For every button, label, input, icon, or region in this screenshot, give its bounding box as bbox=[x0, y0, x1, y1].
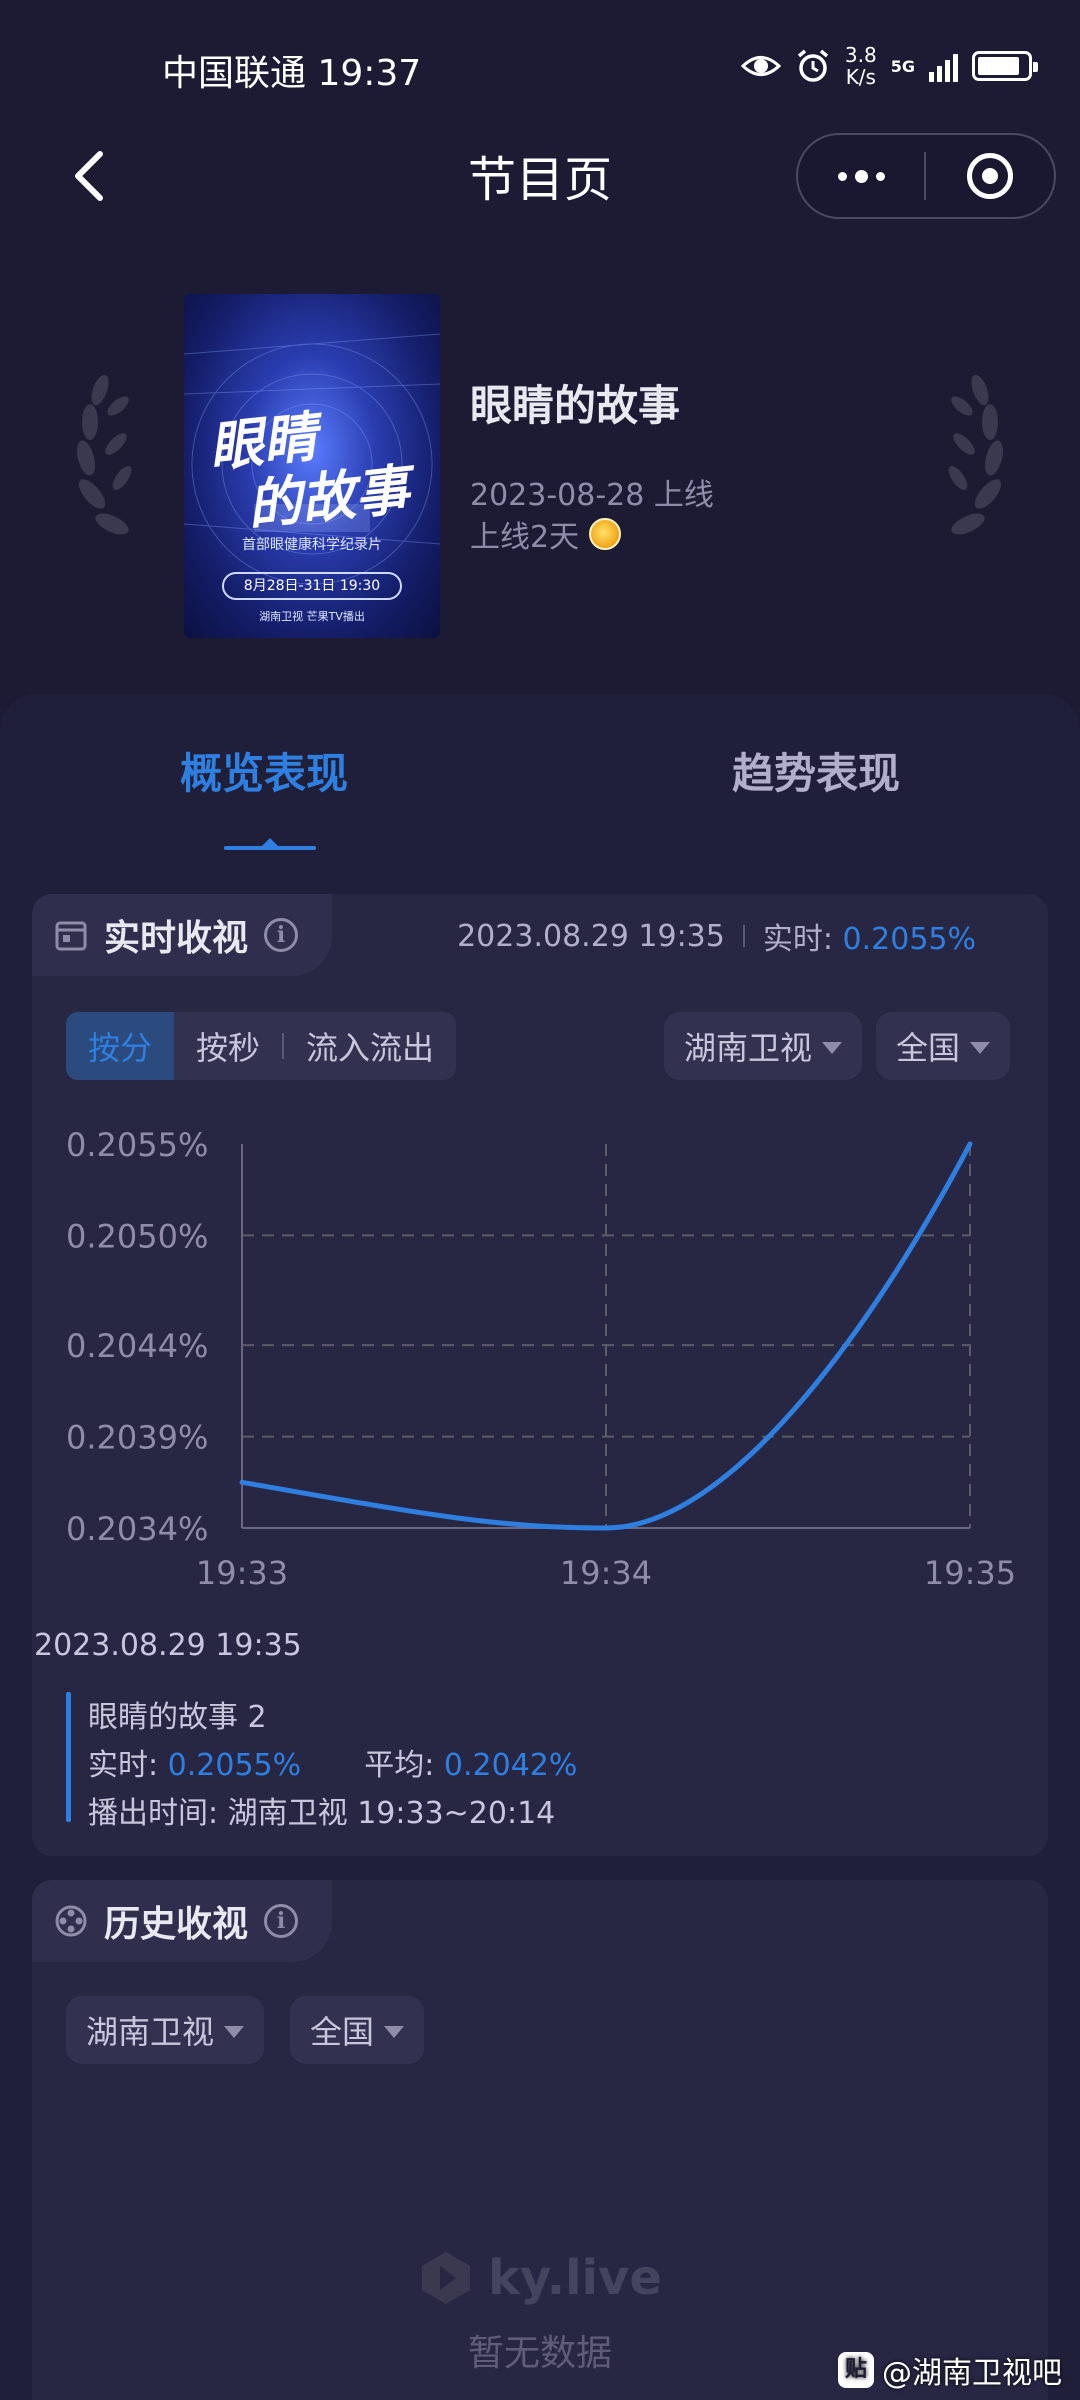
y-tick-label: 0.2055% bbox=[66, 1126, 208, 1164]
tooltip-realtime-value: 0.2055% bbox=[167, 1748, 302, 1783]
tooltip-average-value: 0.2042% bbox=[443, 1748, 578, 1783]
tooltip-realtime-label: 实时: bbox=[88, 1748, 159, 1783]
info-icon[interactable]: i bbox=[264, 1904, 299, 1938]
ky-live-logo: ky.live bbox=[418, 2250, 662, 2306]
history-region-dropdown[interactable]: 全国 bbox=[290, 1996, 425, 2064]
y-tick-label: 0.2039% bbox=[66, 1419, 208, 1457]
ky-live-logo-icon bbox=[422, 2252, 471, 2304]
tooltip-airtime-value: 湖南卫视 19:33~20:14 bbox=[227, 1796, 556, 1831]
x-tick-label: 19:35 bbox=[924, 1554, 1016, 1592]
empty-text: 暂无数据 bbox=[467, 2333, 612, 2374]
tooltip-time: 2023.08.29 19:35 bbox=[34, 1628, 302, 1663]
y-tick-label: 0.2044% bbox=[66, 1327, 208, 1365]
history-channel-dropdown-value: 湖南卫视 bbox=[86, 2013, 215, 2051]
series-color-bar bbox=[66, 1692, 71, 1822]
history-channel-dropdown[interactable]: 湖南卫视 bbox=[66, 1996, 265, 2064]
film-reel-icon bbox=[55, 1905, 87, 1937]
tieba-text: @湖南卫视吧 bbox=[882, 2356, 1062, 2391]
x-tick-label: 19:33 bbox=[196, 1554, 288, 1592]
x-tick-label: 19:34 bbox=[560, 1554, 652, 1592]
y-tick-label: 0.2050% bbox=[66, 1217, 208, 1255]
tooltip-average-label: 平均: bbox=[364, 1748, 435, 1783]
history-card-header: 历史收视 i bbox=[32, 1880, 332, 1962]
tooltip-values: 实时: 0.2055% 平均: 0.2042% bbox=[88, 1740, 577, 1784]
caret-down-icon bbox=[384, 2026, 405, 2038]
history-region-dropdown-value: 全国 bbox=[310, 2013, 375, 2051]
tooltip-airtime-label: 播出时间: bbox=[88, 1796, 219, 1831]
history-title: 历史收视 bbox=[104, 1904, 249, 1945]
tieba-watermark: 贴 @湖南卫视吧 bbox=[838, 2348, 1062, 2392]
caret-down-icon bbox=[224, 2026, 245, 2038]
tooltip-airtime: 播出时间: 湖南卫视 19:33~20:14 bbox=[88, 1788, 555, 1832]
realtime-line-chart[interactable]: 0.2055% 0.2050% 0.2044% 0.2039% 0.2034% 19:33… bbox=[0, 0, 1080, 1620]
tooltip-series-name: 眼睛的故事 2 bbox=[88, 1700, 267, 1735]
ky-live-brand: ky.live bbox=[488, 2250, 662, 2306]
tieba-icon: 贴 bbox=[838, 2352, 874, 2388]
y-tick-label: 0.2034% bbox=[66, 1510, 208, 1548]
